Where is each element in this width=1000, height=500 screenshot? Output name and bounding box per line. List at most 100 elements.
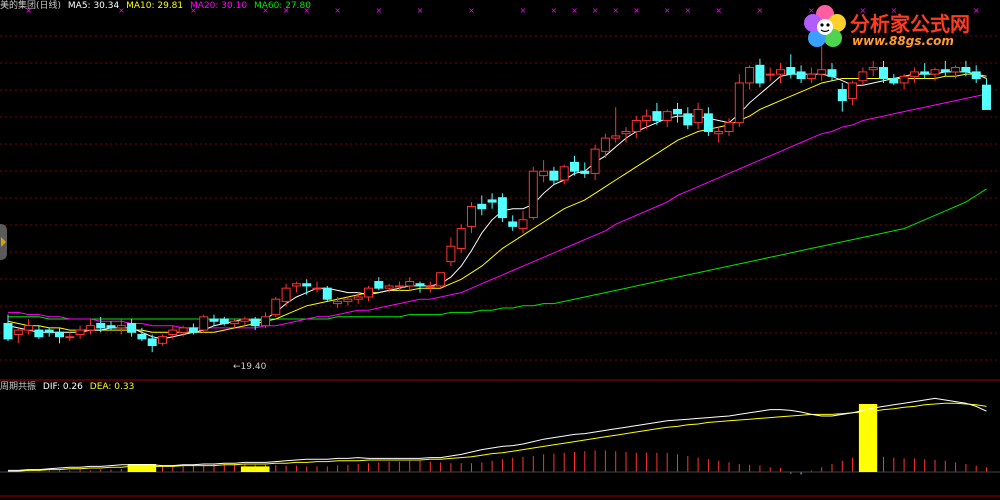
panel-collapse-handle[interactable] xyxy=(0,224,7,260)
candle-up xyxy=(394,285,404,288)
candle-down xyxy=(827,69,837,77)
candle-up xyxy=(158,336,167,344)
candle-down xyxy=(3,322,13,340)
candle-down xyxy=(889,78,899,84)
candle-up xyxy=(75,329,85,335)
candle-down xyxy=(580,170,590,174)
candle-down xyxy=(837,89,847,102)
candle-down xyxy=(497,197,507,219)
candle-up xyxy=(858,71,868,82)
signal-mark: × xyxy=(571,6,578,15)
candle-up xyxy=(240,318,250,322)
ma5-line xyxy=(7,71,987,340)
signal-mark: × xyxy=(551,6,558,15)
candle-up xyxy=(384,285,394,289)
flower-logo-icon xyxy=(804,5,846,47)
candle-up xyxy=(611,135,621,139)
candle-down xyxy=(673,108,682,115)
indicator-name: 周期共振 xyxy=(0,382,37,392)
candle-down xyxy=(971,71,981,80)
candle-up xyxy=(436,272,446,287)
candle-up xyxy=(930,69,940,75)
candle-up xyxy=(600,137,610,152)
candle-down xyxy=(487,199,497,203)
dea-label: DEA: 0.33 xyxy=(89,382,135,392)
candle-down xyxy=(44,329,54,333)
signal-mark: × xyxy=(684,6,691,15)
candle-up xyxy=(456,228,466,249)
candle-up xyxy=(734,82,744,124)
candle-up xyxy=(271,298,281,316)
candle-up xyxy=(745,67,755,84)
candle-down xyxy=(55,331,64,338)
ma5-label: MA5: 30.34 xyxy=(67,1,120,11)
dif-label: DIF: 0.26 xyxy=(42,382,83,392)
candle-down xyxy=(106,325,116,329)
signal-mark: × xyxy=(375,6,382,15)
candle-down xyxy=(508,221,518,227)
candle-up xyxy=(364,287,373,298)
ma20-line xyxy=(8,93,987,329)
candlestick-chart: × × × × × × × × × × × × × × × × × × × × × × × × xyxy=(0,6,1000,497)
logo-url: www.88gs.com xyxy=(852,34,954,48)
signal-mark: × xyxy=(417,6,424,15)
candle-up xyxy=(178,327,188,333)
candle-down xyxy=(786,67,796,75)
signal-bar xyxy=(240,466,270,472)
stock-title: 美的集团(日线) xyxy=(0,1,62,11)
candle-up xyxy=(539,170,549,177)
signal-mark: × xyxy=(757,6,764,15)
expand-arrow-icon xyxy=(1,237,6,247)
candle-down xyxy=(147,338,157,347)
candle-down xyxy=(34,329,44,338)
candle-down xyxy=(570,161,579,172)
ma20-label: MA20: 30.10 xyxy=(190,1,248,11)
candle-down xyxy=(219,318,229,324)
candle-down xyxy=(322,287,332,300)
candle-down xyxy=(127,322,137,333)
candle-down xyxy=(920,71,930,75)
logo-text: 分析家公式网 xyxy=(850,12,970,36)
candle-up xyxy=(559,166,569,181)
candle-down xyxy=(940,69,950,73)
candle-up xyxy=(724,122,734,132)
signal-mark: × xyxy=(612,6,619,15)
candle-up xyxy=(868,67,878,71)
candle-up xyxy=(291,283,301,287)
signal-mark: × xyxy=(334,6,341,15)
signal-mark: × xyxy=(520,6,527,15)
price-legend: 美的集团(日线) MA5: 30.34 MA10: 29.81 MA20: 30… xyxy=(0,0,315,12)
candle-up xyxy=(621,130,631,135)
low-price-annotation: ←19.40 xyxy=(233,362,266,372)
signal-mark: × xyxy=(715,6,722,15)
indicator-legend: 周期共振 DIF: 0.26 DEA: 0.33 xyxy=(0,381,138,393)
candle-up xyxy=(116,325,126,329)
candle-up xyxy=(343,298,353,302)
candle-down xyxy=(137,333,147,340)
candle-down xyxy=(209,318,219,322)
candle-down xyxy=(415,283,425,287)
ma10-label: MA10: 29.81 xyxy=(126,1,184,11)
candle-up xyxy=(168,329,178,335)
candle-down xyxy=(703,113,713,132)
candle-up xyxy=(65,336,75,339)
candle-down xyxy=(982,84,991,110)
candle-up xyxy=(806,73,816,80)
candle-down xyxy=(879,67,888,80)
candle-down xyxy=(755,64,765,84)
candle-up xyxy=(951,67,961,73)
candle-up xyxy=(261,316,270,327)
candle-up xyxy=(693,108,703,124)
candle-up xyxy=(312,287,322,290)
candle-up xyxy=(24,325,34,331)
candle-down xyxy=(250,318,260,327)
candle-up xyxy=(518,219,528,230)
candle-down xyxy=(96,322,106,329)
ma60-label: MA60: 27.80 xyxy=(253,1,311,11)
low-arrow-icon: ← xyxy=(233,362,241,372)
candle-down xyxy=(188,327,198,333)
signal-mark: × xyxy=(664,6,671,15)
candle-down xyxy=(374,281,384,289)
signal-mark: × xyxy=(633,6,640,15)
low-price-value: 19.40 xyxy=(240,362,267,372)
